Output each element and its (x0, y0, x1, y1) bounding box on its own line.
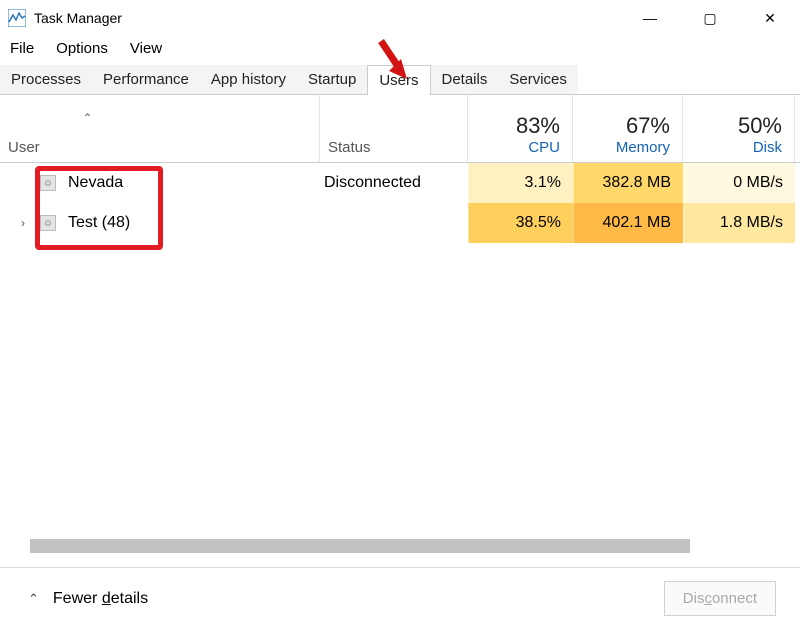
memory-label: Memory (581, 139, 670, 156)
status-cell (320, 203, 468, 243)
window-buttons: — ▢ ✕ (620, 0, 800, 36)
tab-services[interactable]: Services (498, 65, 578, 94)
title-bar: Task Manager — ▢ ✕ (0, 0, 800, 36)
table-row[interactable]: › ☺ Test (48) 38.5% 402.1 MB 1.8 MB/s (0, 203, 800, 243)
content-area: ⌃ User Status 83% CPU 67% Memory 50% Dis… (0, 95, 800, 243)
chevron-up-icon[interactable]: ⌃ (28, 591, 39, 607)
user-name: Test (48) (68, 214, 130, 232)
user-cell: ☺ Nevada (0, 163, 320, 203)
column-disk[interactable]: 50% Disk (683, 95, 795, 162)
cpu-cell: 3.1% (468, 163, 573, 203)
table-row[interactable]: ☺ Nevada Disconnected 3.1% 382.8 MB 0 MB… (0, 163, 800, 203)
memory-cell: 382.8 MB (573, 163, 683, 203)
tab-performance[interactable]: Performance (92, 65, 200, 94)
disk-label: Disk (691, 139, 782, 156)
column-cpu[interactable]: 83% CPU (468, 95, 573, 162)
status-cell: Disconnected (320, 163, 468, 203)
minimize-button[interactable]: — (620, 0, 680, 36)
menu-view[interactable]: View (130, 40, 162, 57)
sort-indicator-icon: ⌃ (8, 111, 307, 125)
tab-users[interactable]: Users (367, 65, 430, 95)
memory-percent: 67% (581, 113, 670, 139)
user-icon: ☺ (40, 175, 56, 191)
cpu-label: CPU (476, 139, 560, 156)
cpu-percent: 83% (476, 113, 560, 139)
app-icon (8, 9, 26, 27)
column-memory[interactable]: 67% Memory (573, 95, 683, 162)
horizontal-scrollbar[interactable] (10, 539, 790, 553)
tab-details[interactable]: Details (431, 65, 499, 94)
menu-file[interactable]: File (10, 40, 34, 57)
maximize-button[interactable]: ▢ (680, 0, 740, 36)
user-name: Nevada (68, 174, 123, 192)
expand-icon[interactable]: › (18, 216, 28, 230)
column-user-label: User (8, 139, 307, 156)
menu-options[interactable]: Options (56, 40, 108, 57)
cpu-cell: 38.5% (468, 203, 573, 243)
footer: ⌃ Fewer details Disconnect (0, 567, 800, 629)
disk-percent: 50% (691, 113, 782, 139)
disconnect-button[interactable]: Disconnect (664, 581, 776, 616)
scrollbar-thumb[interactable] (30, 539, 690, 553)
memory-cell: 402.1 MB (573, 203, 683, 243)
menu-bar: File Options View (0, 36, 800, 65)
disk-cell: 1.8 MB/s (683, 203, 795, 243)
column-status-label: Status (328, 139, 371, 156)
tab-processes[interactable]: Processes (0, 65, 92, 94)
tab-bar: Processes Performance App history Startu… (0, 65, 800, 95)
user-cell: › ☺ Test (48) (0, 203, 320, 243)
column-headers: ⌃ User Status 83% CPU 67% Memory 50% Dis… (0, 95, 800, 163)
disk-cell: 0 MB/s (683, 163, 795, 203)
column-user[interactable]: ⌃ User (0, 95, 320, 162)
fewer-details-button[interactable]: Fewer details (53, 590, 148, 608)
tab-app-history[interactable]: App history (200, 65, 297, 94)
close-button[interactable]: ✕ (740, 0, 800, 36)
tab-startup[interactable]: Startup (297, 65, 367, 94)
column-status[interactable]: Status (320, 95, 468, 162)
window-title: Task Manager (34, 10, 122, 26)
user-icon: ☺ (40, 215, 56, 231)
